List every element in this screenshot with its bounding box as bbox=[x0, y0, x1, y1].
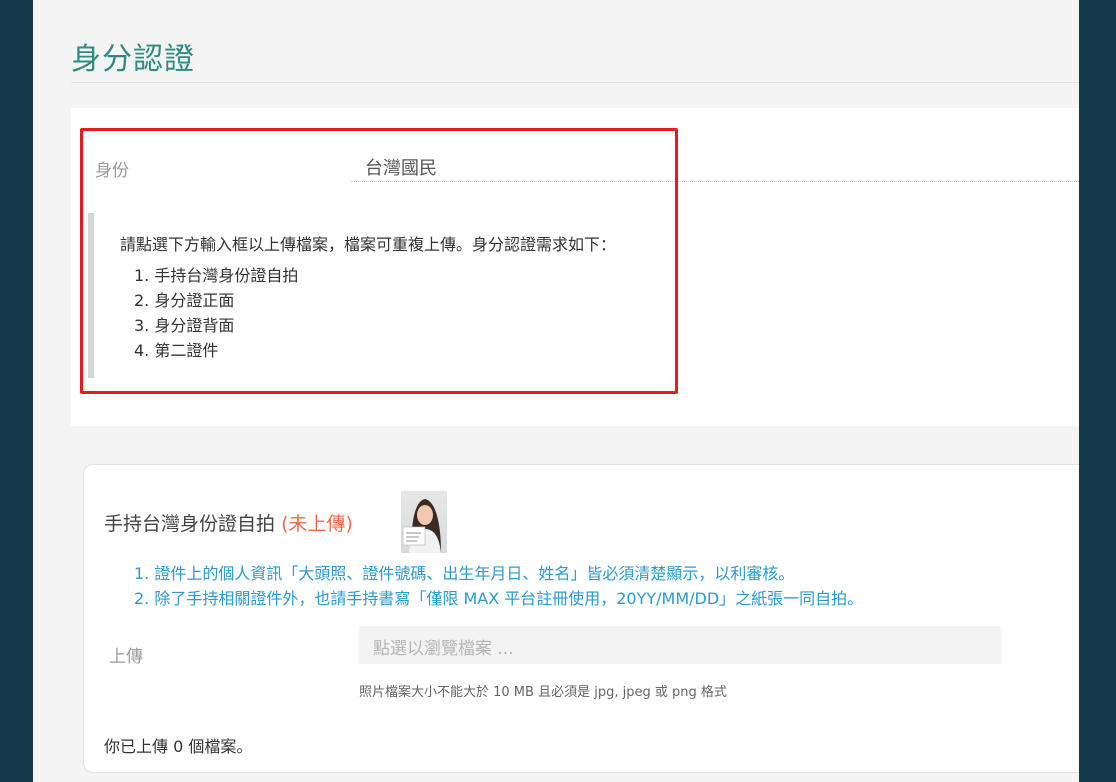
upload-hint: 照片檔案大小不能大於 10 MB 且必須是 jpg, jpeg 或 png 格式 bbox=[359, 685, 727, 700]
highlight-box bbox=[80, 128, 678, 394]
identity-card: 身份 台灣國民 請點選下方輸入框以上傳檔案，檔案可重複上傳。身分認證需求如下： … bbox=[71, 108, 1079, 426]
example-selfie-image bbox=[401, 491, 447, 553]
uploaded-count: 你已上傳 0 個檔案。 bbox=[104, 737, 253, 756]
requirement-list: 1. 證件上的個人資訊「大頭照、證件號碼、出生年月日、姓名」皆必須清楚顯示，以利… bbox=[134, 561, 863, 611]
upload-status: (未上傳) bbox=[281, 513, 353, 535]
requirement-item: 2. 除了手持相關證件外，也請手持書寫「僅限 MAX 平台註冊使用，20YY/M… bbox=[134, 589, 864, 608]
page-title: 身分認證 bbox=[71, 42, 195, 77]
file-upload-input[interactable]: 點選以瀏覽檔案 ... bbox=[359, 626, 1001, 664]
upload-label: 上傳 bbox=[109, 647, 143, 667]
selfie-upload-card: 手持台灣身份證自拍 (未上傳) 1. 證件上的個人資訊「大頭照、證件號碼、出生年… bbox=[83, 464, 1079, 773]
requirement-item: 1. 證件上的個人資訊「大頭照、證件號碼、出生年月日、姓名」皆必須清楚顯示，以利… bbox=[134, 564, 795, 583]
main-page: 身分認證 身份 台灣國民 請點選下方輸入框以上傳檔案，檔案可重複上傳。身分認證需… bbox=[33, 0, 1079, 782]
section-title: 手持台灣身份證自拍 (未上傳) bbox=[104, 509, 353, 536]
section-title-text: 手持台灣身份證自拍 bbox=[104, 513, 276, 535]
title-divider bbox=[71, 82, 1079, 83]
